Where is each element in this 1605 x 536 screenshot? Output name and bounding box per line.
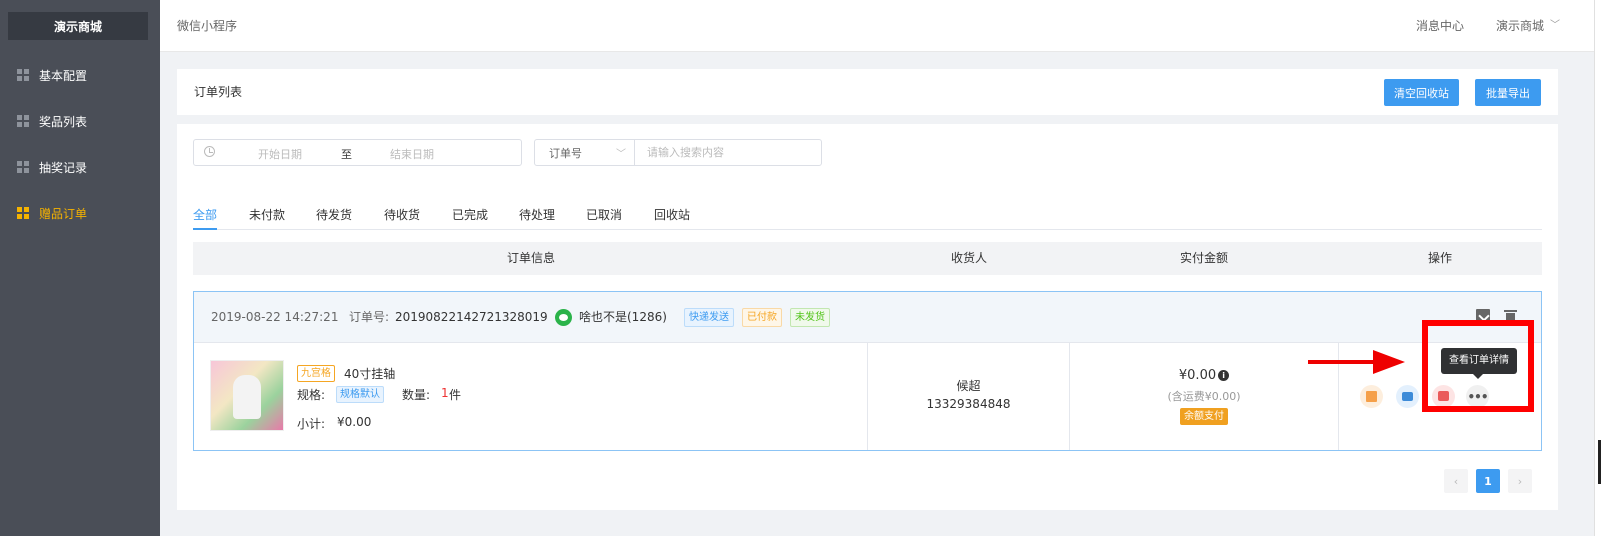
column-receiver: 收货人 (951, 251, 988, 265)
tab-pending[interactable]: 待处理 (519, 206, 555, 230)
order-status-tabs: 全部 未付款 待发货 待收货 已完成 待处理 已取消 回收站 (193, 201, 1542, 230)
page-title: 订单列表 (194, 85, 243, 99)
chevron-down-icon: ﹀ (1550, 20, 1561, 31)
sidebar-item-prize-list[interactable]: 奖品列表 (0, 101, 160, 141)
pay-method-badge: 余额支付 (1180, 408, 1228, 425)
pagination-next-button[interactable]: › (1508, 469, 1532, 493)
sidebar-item-label: 基本配置 (39, 68, 88, 83)
tab-unpaid[interactable]: 未付款 (249, 206, 285, 230)
tab-completed[interactable]: 已完成 (452, 206, 488, 230)
grid-icon (17, 161, 29, 173)
paid-tag: 已付款 (742, 308, 782, 327)
pagination-page-button[interactable]: 1 (1476, 469, 1500, 493)
subtotal-value: ¥0.00 (337, 415, 372, 429)
order-row: 2019-08-22 14:27:21 订单号: 201908221427213… (193, 291, 1542, 451)
sidebar: 演示商城 基本配置 奖品列表 抽奖记录 赠品订单 (0, 0, 160, 536)
paid-amount: ¥0.00 i (1070, 368, 1338, 383)
receiver-name: 候超 (956, 379, 981, 393)
chevron-down-icon: ﹀ (616, 149, 626, 160)
sidebar-item-label: 抽奖记录 (39, 160, 88, 175)
annotation-arrow-head (1373, 350, 1405, 374)
search-field-value: 订单号 (549, 146, 582, 160)
clock-icon (204, 146, 215, 157)
qty-unit: 件 (449, 388, 462, 402)
sidebar-item-gift-orders[interactable]: 赠品订单 (0, 193, 160, 233)
grid-icon (17, 207, 29, 219)
search-field-select[interactable]: 订单号 ﹀ (535, 140, 635, 165)
top-bar: 微信小程序 消息中心 演示商城 ﹀ (160, 0, 1605, 52)
scrollbar-thumb[interactable] (1598, 440, 1601, 484)
sidebar-item-label: 赠品订单 (39, 206, 88, 221)
tab-all[interactable]: 全部 (193, 206, 218, 230)
column-actions: 操作 (1428, 251, 1453, 265)
brand-title: 演示商城 (8, 12, 148, 40)
wechat-icon (555, 309, 572, 326)
tab-to-receive[interactable]: 待收货 (384, 206, 420, 230)
column-order-info: 订单信息 (507, 251, 556, 265)
shop-switcher[interactable]: 演示商城 ﹀ (1496, 0, 1560, 52)
date-range-picker[interactable]: 开始日期 至 结束日期 (193, 139, 522, 166)
search-group: 订单号 ﹀ (534, 139, 822, 166)
delivery-tag: 快递发送 (684, 308, 734, 327)
end-date-input[interactable]: 结束日期 (390, 146, 434, 162)
sidebar-item-label: 奖品列表 (39, 114, 88, 129)
grid-icon (17, 115, 29, 127)
product-thumbnail[interactable] (210, 360, 284, 431)
ship-icon[interactable] (1360, 385, 1383, 408)
sidebar-item-basic-config[interactable]: 基本配置 (0, 55, 160, 95)
message-center-link[interactable]: 消息中心 (1416, 0, 1464, 52)
order-list-card: 开始日期 至 结束日期 订单号 ﹀ 全部 未付款 待发货 待收货 已完成 待处理… (177, 124, 1558, 510)
pagination-prev-button[interactable]: ‹ (1444, 469, 1468, 493)
shipping-fee: (含运费¥0.00) (1167, 390, 1241, 403)
tab-to-ship[interactable]: 待发货 (316, 206, 352, 230)
product-name: 40寸挂轴 (344, 367, 396, 381)
order-time: 2019-08-22 14:27:21 (211, 310, 339, 324)
order-row-header: 2019-08-22 14:27:21 订单号: 201908221427213… (194, 292, 1541, 343)
tab-recycle-bin[interactable]: 回收站 (654, 206, 690, 230)
tab-cancelled[interactable]: 已取消 (586, 206, 622, 230)
order-list-header: 订单列表 清空回收站 批量导出 (177, 69, 1558, 115)
start-date-input[interactable]: 开始日期 (258, 146, 302, 162)
breadcrumb: 微信小程序 (177, 19, 238, 33)
qty-value: 1 (441, 386, 449, 400)
shop-name: 演示商城 (1496, 19, 1545, 33)
order-no: 20190822142721328019 (395, 310, 548, 324)
column-paid-amount: 实付金额 (1180, 251, 1229, 265)
print-icon[interactable] (1396, 385, 1419, 408)
annotation-highlight-box (1422, 320, 1534, 412)
receiver-phone: 13329384848 (926, 397, 1011, 411)
order-no-label: 订单号: (349, 310, 390, 324)
info-icon[interactable]: i (1218, 370, 1230, 381)
annotation-arrow (1308, 360, 1380, 364)
date-separator: 至 (341, 148, 352, 161)
sidebar-item-lottery-records[interactable]: 抽奖记录 (0, 147, 160, 187)
spec-label: 规格: (297, 388, 326, 402)
buyer-name: 啥也不是(1286) (579, 310, 667, 324)
batch-export-button[interactable]: 批量导出 (1475, 79, 1541, 106)
paid-amount-value: ¥0.00 (1178, 368, 1217, 383)
table-header: 订单信息 收货人 实付金额 操作 (193, 242, 1542, 275)
product-badge: 九宫格 (297, 365, 335, 382)
search-input[interactable] (635, 140, 821, 165)
subtotal-label: 小计: (297, 417, 326, 431)
clear-recycle-button[interactable]: 清空回收站 (1384, 79, 1459, 106)
spec-value: 规格默认 (336, 386, 384, 403)
unshipped-tag: 未发货 (790, 308, 830, 327)
qty-label: 数量: (402, 388, 431, 402)
grid-icon (17, 69, 29, 81)
